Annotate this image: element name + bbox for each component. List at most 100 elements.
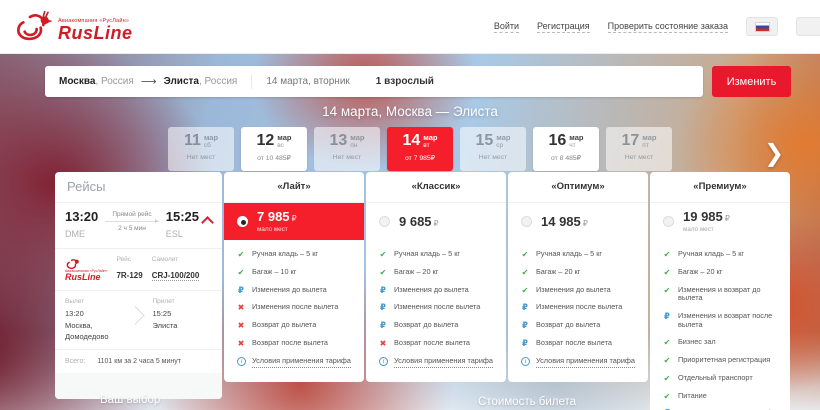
date-carousel: 11марсбНет мест12марвсот 10 485₽13марпнН…	[168, 127, 672, 171]
fare-feature: ✖Возврат до вылета	[236, 321, 358, 330]
cross-icon: ✖	[236, 339, 246, 348]
search-passengers: 1 взрослый	[376, 76, 434, 87]
date-month: мар	[569, 134, 583, 142]
fare-feature: ₽Возврат до вылета	[520, 321, 642, 330]
carousel-next-icon[interactable]: ❯	[764, 139, 784, 168]
fare-feature: ✔Бизнес зал	[662, 338, 784, 347]
airline-name: RusLine	[65, 273, 107, 282]
login-link[interactable]: Войти	[494, 21, 519, 33]
change-search-button[interactable]: Изменить	[712, 66, 791, 97]
check-order-link[interactable]: Проверить состояние заказа	[608, 21, 728, 33]
search-summary-bar[interactable]: Москва, Россия ⟶ Элиста, Россия 14 марта…	[45, 66, 703, 97]
check-icon: ✔	[662, 338, 672, 347]
date-weekday: сб	[204, 143, 218, 150]
date-card-13-мар: 13марпнНет мест	[314, 127, 380, 171]
fare-feature: ✔Ручная кладь – 5 кг	[378, 250, 500, 259]
fare-price-optimum[interactable]: 14 985₽	[508, 203, 648, 240]
ruble-currency: ₽	[725, 214, 730, 223]
fare-price-premium[interactable]: 19 985₽ мало мест	[650, 203, 790, 240]
fare-feature: ₽ Изменения после вылета	[520, 303, 642, 312]
date-card-14-мар[interactable]: 14марвтот 7 985₽	[387, 127, 453, 171]
flight-meta-row: Авиакомпания «РусЛайн» RusLine Рейс 7R-1…	[55, 248, 222, 290]
feature-text: Багаж – 20 кг	[536, 268, 580, 277]
date-day: 13	[330, 133, 348, 149]
date-price: от 8 485₽	[533, 154, 599, 162]
date-weekday: вт	[423, 143, 437, 150]
feature-text: Изменения после вылета	[536, 303, 622, 312]
fare-feature[interactable]: iУсловия применения тарифа	[520, 357, 642, 368]
fare-feature[interactable]: iУсловия применения тарифа	[236, 357, 358, 368]
departure-label: Вылет	[65, 298, 125, 305]
fare-feature: ✔ Багаж – 20 кг	[378, 268, 500, 277]
feature-text[interactable]: Условия применения тарифа	[536, 357, 635, 368]
date-month: мар	[350, 134, 364, 142]
fare-name-classic: «Классик»	[366, 172, 506, 203]
ruble-icon: ₽	[236, 286, 246, 295]
date-card-16-мар[interactable]: 16марчтот 8 485₽	[533, 127, 599, 171]
fare-name-optimum: «Оптимум»	[508, 172, 648, 203]
date-month: мар	[204, 134, 218, 142]
seats-note: мало мест	[257, 227, 297, 233]
check-icon: ✔	[662, 286, 672, 295]
feature-text: Питание	[678, 392, 707, 401]
ruble-currency: ₽	[292, 214, 297, 223]
fare-feature: ✖Изменения после вылета	[236, 303, 358, 312]
ruble-currency: ₽	[434, 219, 439, 228]
russia-flag-icon	[755, 22, 770, 32]
check-icon: ✔	[662, 268, 672, 277]
feature-text: Изменения до вылета	[536, 286, 611, 295]
date-month: мар	[496, 134, 510, 142]
feature-text: Изменения до вылета	[252, 286, 327, 295]
feature-text: Приоритетная регистрация	[678, 356, 770, 365]
feature-text: Багаж – 10 кг	[252, 268, 296, 277]
radio-icon	[521, 216, 532, 227]
date-price: Нет мест	[168, 154, 234, 161]
fare-price-classic[interactable]: 9 685₽	[366, 203, 506, 240]
fare-price-light[interactable]: 7 985₽ мало мест	[224, 203, 364, 240]
fare-feature: ✔ Изменения до вылета	[520, 286, 642, 295]
date-card-17-мар: 17марптНет мест	[606, 127, 672, 171]
rusline-logo[interactable]: Авиакомпания «РусЛайн» RusLine	[14, 10, 133, 44]
feature-text[interactable]: Условия применения тарифа	[252, 357, 351, 368]
register-link[interactable]: Регистрация	[537, 21, 590, 33]
fare-column-classic: «Классик»9 685₽ ✔Ручная кладь – 5 кг ✔ Бага…	[366, 172, 506, 382]
ruble-icon: ₽	[520, 303, 530, 312]
date-price: Нет мест	[314, 154, 380, 161]
arrival-time-small: 15:25	[153, 308, 213, 319]
radio-icon	[663, 216, 674, 227]
date-month: мар	[423, 134, 437, 142]
to-country: , Россия	[199, 76, 237, 87]
fare-features-classic: ✔Ручная кладь – 5 кг✔Багаж – 20 кг₽Измен…	[366, 240, 506, 382]
ruble-icon: ₽	[378, 303, 388, 312]
language-flag-button[interactable]	[746, 17, 778, 36]
fare-feature[interactable]: iУсловия применения тарифа	[378, 357, 500, 368]
feature-text[interactable]: Условия применения тарифа	[394, 357, 493, 368]
flight-route-row: Вылет 13:20 Москва, Домодедово Прилет 15…	[55, 290, 222, 349]
fare-feature: ₽ Изменения до вылета	[236, 286, 358, 295]
check-icon: ✔	[520, 286, 530, 295]
date-weekday: пт	[642, 143, 656, 150]
date-day: 15	[476, 133, 494, 149]
your-choice-label: Ваш выбор	[100, 394, 160, 406]
fare-feature: ✔Приоритетная регистрация	[662, 356, 784, 365]
date-card-12-мар[interactable]: 12марвсот 10 485₽	[241, 127, 307, 171]
feature-text: Багаж – 20 кг	[394, 268, 438, 277]
seats-note: мало мест	[683, 227, 730, 233]
fare-feature: ✔Багаж – 20 кг	[520, 268, 642, 277]
feature-text: Возврат до вылета	[536, 321, 600, 330]
feature-text: Изменения и возврат до вылета	[678, 286, 784, 304]
radio-icon	[237, 216, 248, 227]
check-icon: ✔	[378, 268, 388, 277]
language-alt-button[interactable]	[796, 17, 820, 36]
aircraft-type-link[interactable]: CRJ-100/200	[152, 271, 200, 281]
date-price: от 7 985₽	[387, 154, 453, 162]
collapse-chevron-up-icon[interactable]	[201, 216, 214, 229]
fare-column-light: «Лайт»7 985₽мало мест✔Ручная кладь – 5 к…	[224, 172, 364, 382]
date-price: от 10 485₽	[241, 154, 307, 162]
arrival-city: Элиста	[153, 320, 213, 331]
date-day: 17	[622, 133, 640, 149]
check-icon: ✔	[662, 250, 672, 259]
fare-price-value: 19 985	[683, 209, 723, 224]
feature-text: Ручная кладь – 5 кг	[252, 250, 318, 259]
fare-price-value: 7 985	[257, 209, 290, 224]
